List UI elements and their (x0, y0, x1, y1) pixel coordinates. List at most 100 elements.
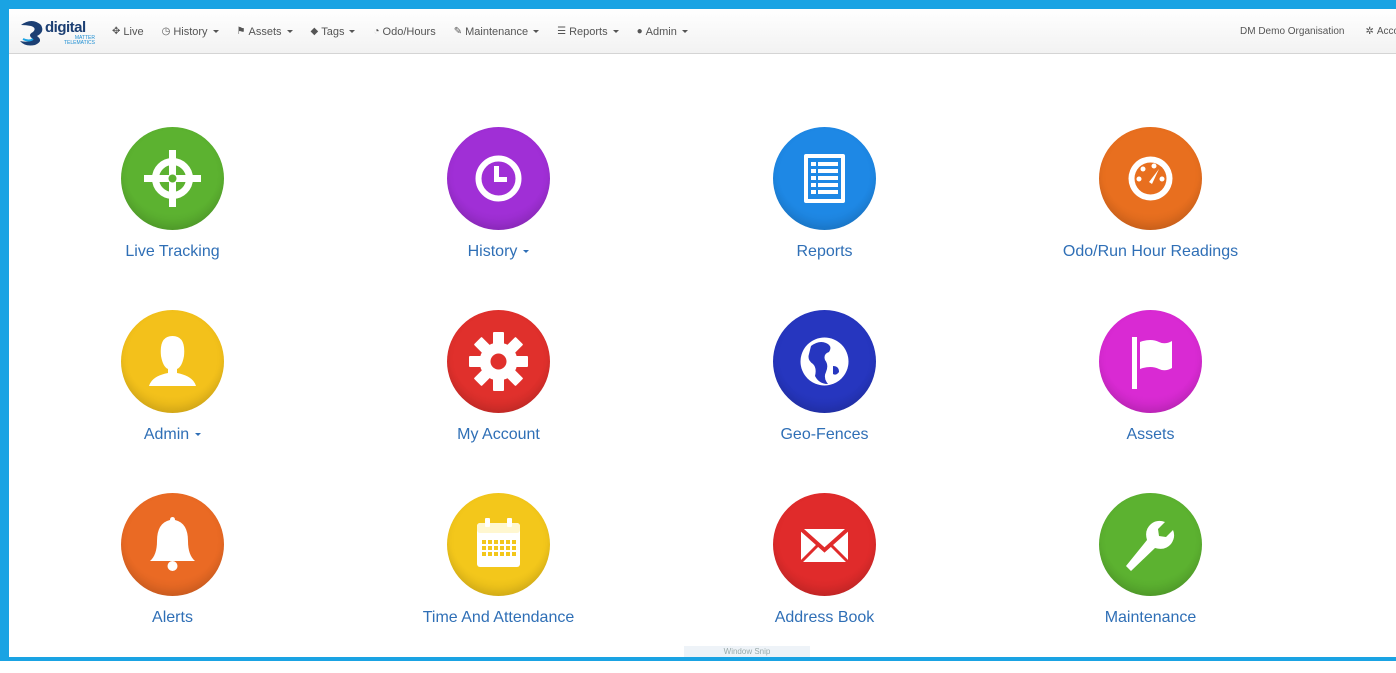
tile-label[interactable]: Address Book (673, 609, 976, 627)
account-menu[interactable]: ✲ Account (1356, 9, 1396, 54)
nav-item-live[interactable]: ✥ Live (103, 9, 153, 54)
account-label: Account (1376, 26, 1396, 37)
tile-label-text: Reports (796, 243, 853, 260)
window-frame-top (0, 0, 1396, 9)
tile-maintenance[interactable]: Maintenance (999, 493, 1299, 673)
clock-icon (475, 155, 522, 202)
caret-down-icon (212, 30, 219, 33)
brand-logo[interactable]: digital MATTER TELEMATICS (17, 16, 99, 48)
crosshair-icon (144, 150, 201, 207)
flag-icon (1132, 337, 1172, 389)
nav-item-odo-hours[interactable]: ◔ Odo/Hours (364, 9, 444, 54)
crosshair-icon: ✥ (112, 26, 121, 37)
nav-item-label: Maintenance (465, 25, 529, 38)
caret-down-icon (349, 30, 356, 33)
organisation-selector[interactable]: DM Demo Organisation (1231, 9, 1356, 54)
tile-time-and-attendance[interactable]: Time And Attendance (347, 493, 647, 673)
organisation-name: DM Demo Organisation (1240, 26, 1345, 37)
caret-down-icon (612, 30, 619, 33)
flag-icon: ⚑ (236, 26, 246, 37)
tile-circle[interactable] (121, 493, 224, 596)
dashboard-icon (1128, 156, 1173, 201)
taskbar-hint: Window Snip (684, 646, 810, 657)
nav-item-admin[interactable]: ● Admin (628, 9, 697, 54)
tile-label-text: My Account (457, 426, 540, 443)
nav-item-label: Odo/Hours (382, 25, 436, 38)
globe-icon (800, 337, 849, 386)
tile-circle[interactable] (121, 127, 224, 230)
nav-item-history[interactable]: ◷ History (153, 9, 228, 54)
tile-odo-run-hour-readings[interactable]: Odo/Run Hour Readings (999, 127, 1299, 307)
tile-circle[interactable] (1099, 310, 1202, 413)
top-navbar: digital MATTER TELEMATICS ✥ Live ◷ History ⚑… (9, 9, 1396, 54)
tile-circle[interactable] (447, 310, 550, 413)
nav-item-label: History (173, 25, 208, 38)
tile-label[interactable]: Maintenance (999, 609, 1302, 627)
tile-history[interactable]: History (347, 127, 647, 307)
tile-label[interactable]: My Account (347, 426, 650, 444)
bell-icon (150, 517, 195, 571)
tile-label-text: Live Tracking (125, 243, 220, 260)
nav-item-label: Reports (569, 25, 608, 38)
nav-item-label: Tags (321, 25, 345, 38)
brand-name: digital (45, 19, 86, 36)
wrench-icon: ✎ (453, 26, 463, 37)
tile-circle[interactable] (773, 493, 876, 596)
dashboard-icon: ◔ (373, 26, 380, 37)
tile-reports[interactable]: Reports (673, 127, 973, 307)
tile-circle[interactable] (447, 127, 550, 230)
wrench-icon (1126, 520, 1175, 571)
caret-down-icon (286, 30, 293, 33)
user-icon (149, 336, 196, 386)
tile-label[interactable]: Admin (21, 426, 324, 444)
gear-icon: ✲ (1365, 26, 1374, 37)
list-icon (804, 154, 845, 203)
tile-my-account[interactable]: My Account (347, 310, 647, 490)
tile-label[interactable]: Alerts (21, 609, 324, 627)
gear-icon (469, 332, 528, 391)
nav-item-maintenance[interactable]: ✎ Maintenance (445, 9, 548, 54)
brand-subtitle: MATTER TELEMATICS (59, 36, 95, 46)
tile-circle[interactable] (447, 493, 550, 596)
tile-label[interactable]: Assets (999, 426, 1302, 444)
nav-menu: ✥ Live ◷ History ⚑ Assets ◆ Tags ◔ Odo/Hours ✎ Main… (103, 9, 697, 54)
caret-down-icon (195, 433, 202, 437)
brand-subtitle-line2: TELEMATICS (63, 40, 95, 46)
tile-geo-fences[interactable]: Geo-Fences (673, 310, 973, 490)
tile-circle[interactable] (121, 310, 224, 413)
nav-item-label: Assets (248, 25, 282, 38)
list-icon: ☰ (557, 26, 567, 37)
tile-label[interactable]: Odo/Run Hour Readings (999, 243, 1302, 261)
tile-label-text: Geo-Fences (780, 426, 869, 443)
nav-item-reports[interactable]: ☰ Reports (548, 9, 628, 54)
window-frame-left (0, 0, 9, 661)
tile-label-text: Time And Attendance (422, 609, 575, 626)
tile-label-text: Admin (143, 426, 190, 443)
nav-item-assets[interactable]: ⚑ Assets (228, 9, 302, 54)
tile-alerts[interactable]: Alerts (21, 493, 321, 673)
tile-circle[interactable] (1099, 127, 1202, 230)
tile-circle[interactable] (773, 310, 876, 413)
brand-swirl-icon (20, 21, 43, 46)
caret-down-icon (523, 250, 530, 254)
tile-label[interactable]: History (347, 243, 650, 261)
nav-item-label: Live (123, 25, 144, 38)
tile-label-text: Assets (1126, 426, 1175, 443)
tile-circle[interactable] (1099, 493, 1202, 596)
calendar-icon (477, 518, 520, 567)
window-frame-bottom (0, 657, 1396, 661)
tile-admin[interactable]: Admin (21, 310, 321, 490)
user-icon: ● (636, 26, 643, 37)
tile-label[interactable]: Live Tracking (21, 243, 324, 261)
tile-label[interactable]: Geo-Fences (673, 426, 976, 444)
tile-label[interactable]: Time And Attendance (347, 609, 650, 627)
tile-circle[interactable] (773, 127, 876, 230)
tile-label-text: Address Book (774, 609, 875, 626)
tile-label-text: Maintenance (1104, 609, 1197, 626)
caret-down-icon (533, 30, 540, 33)
tile-label[interactable]: Reports (673, 243, 976, 261)
tile-live-tracking[interactable]: Live Tracking (21, 127, 321, 307)
nav-item-tags[interactable]: ◆ Tags (302, 9, 365, 54)
nav-right: DM Demo Organisation ✲ Account (1231, 9, 1396, 54)
tile-assets[interactable]: Assets (999, 310, 1299, 490)
